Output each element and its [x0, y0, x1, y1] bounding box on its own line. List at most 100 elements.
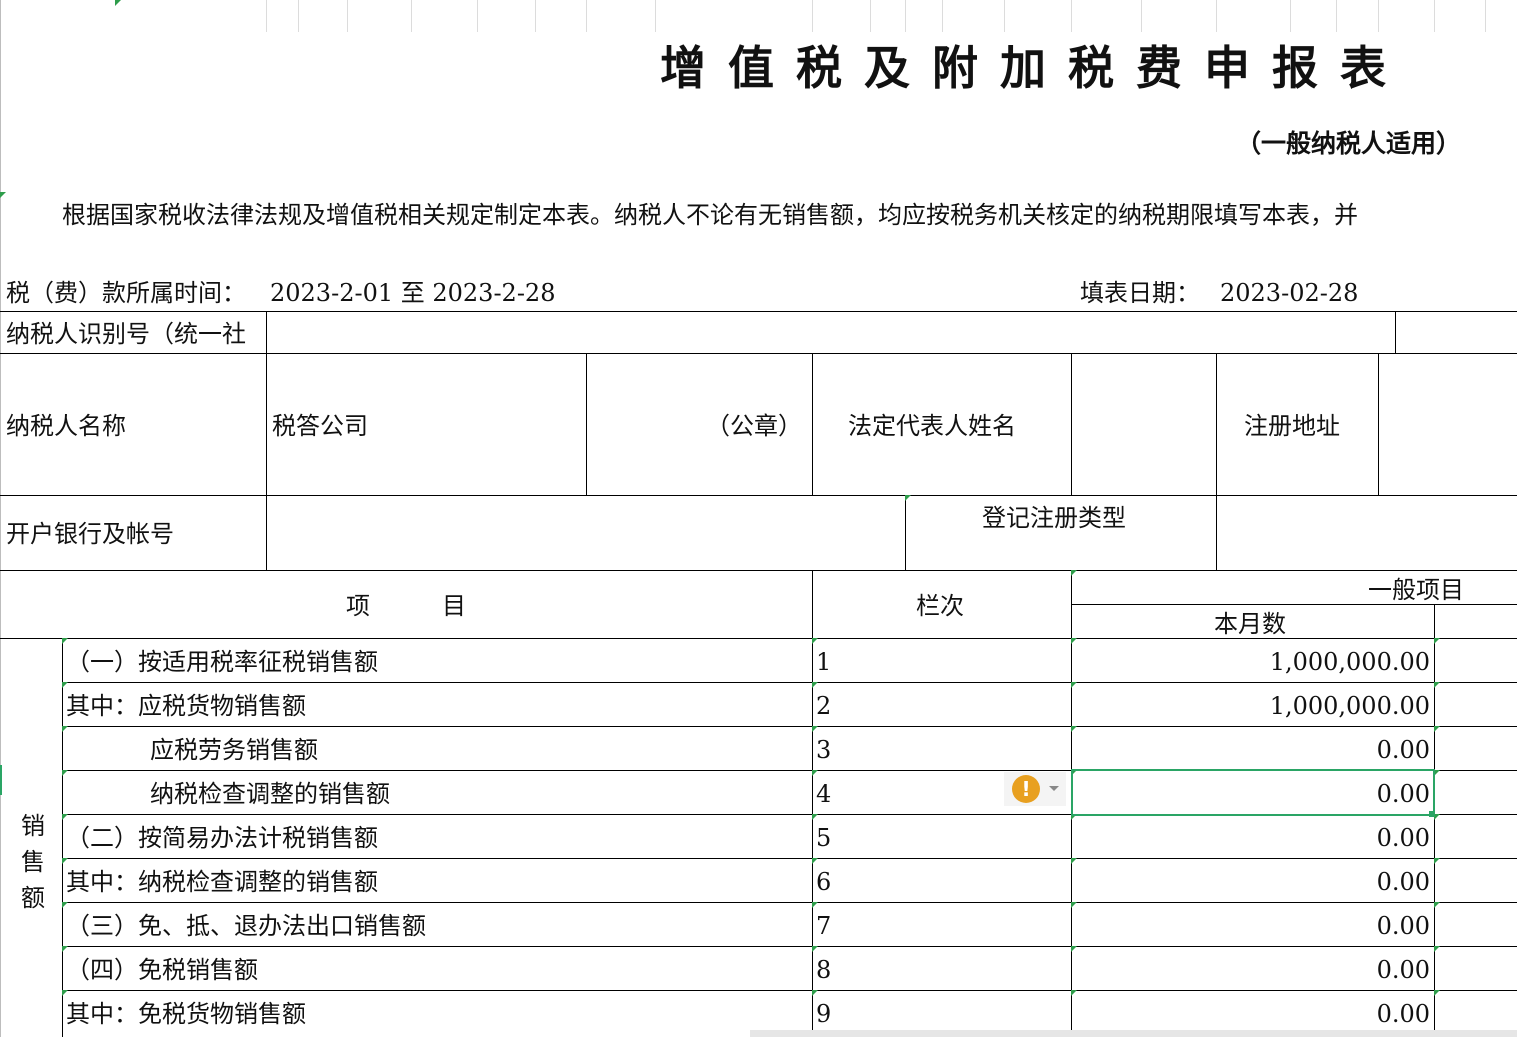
cell-comment-marker — [1434, 990, 1440, 996]
row-amount-cell[interactable]: 0.00 — [1074, 956, 1430, 984]
cell-comment-marker — [1071, 902, 1077, 908]
reg-address-cell[interactable] — [1383, 372, 1513, 482]
cell-comment-marker — [62, 638, 68, 644]
gridline — [347, 0, 348, 32]
border — [1071, 604, 1517, 605]
gridline — [1485, 0, 1486, 32]
period-value: 2023-2-01 至 2023-2-28 — [270, 279, 556, 307]
fill-date-label: 填表日期： — [1080, 279, 1200, 307]
fill-handle[interactable] — [1429, 811, 1435, 817]
taxpayer-id-cell[interactable] — [270, 320, 1390, 350]
cell-comment-marker — [1434, 682, 1440, 688]
period-label: 税（费）款所属时间： — [6, 279, 246, 307]
border — [905, 495, 906, 570]
row-label: 应税劳务销售额 — [150, 736, 318, 764]
border — [0, 353, 1517, 354]
border — [62, 858, 1517, 859]
reg-address-label: 注册地址 — [1244, 412, 1340, 440]
cell-comment-marker — [812, 858, 818, 864]
cell-comment-marker — [812, 946, 818, 952]
cell-comment-marker — [1071, 858, 1077, 864]
cell-comment-marker — [1434, 726, 1440, 732]
row-amount-cell[interactable]: 0.00 — [1074, 824, 1430, 852]
header-current-month: 本月数 — [1214, 610, 1286, 638]
gridline — [1290, 0, 1291, 32]
fill-date-value: 2023-02-28 — [1220, 279, 1359, 307]
row-label: （三）免、抵、退办法出口销售额 — [66, 912, 426, 940]
row-line-no: 7 — [816, 912, 832, 940]
cell-comment-marker — [1071, 990, 1077, 996]
cell-comment-marker — [812, 682, 818, 688]
gridline — [1071, 0, 1072, 32]
row-amount-cell[interactable]: 0.00 — [1074, 1000, 1430, 1028]
border — [62, 902, 1517, 903]
border — [0, 311, 1517, 312]
border — [62, 990, 1517, 991]
border — [62, 638, 63, 1037]
border — [812, 353, 813, 495]
row-line-no: 3 — [816, 736, 832, 764]
row-line-no: 2 — [816, 692, 832, 720]
seal-label: （公章） — [706, 412, 802, 440]
border — [1378, 353, 1379, 495]
reg-type-cell[interactable] — [1222, 505, 1512, 561]
bank-account-cell[interactable] — [272, 505, 900, 561]
header-item: 项 目 — [346, 592, 466, 620]
gridline — [942, 0, 943, 32]
row-amount-cell[interactable]: 0.00 — [1074, 736, 1430, 764]
gridline — [1141, 0, 1142, 32]
cell-comment-marker — [62, 682, 68, 688]
border — [1216, 353, 1217, 570]
row-label: 其中：纳税检查调整的销售额 — [66, 868, 378, 896]
chevron-down-icon[interactable] — [1049, 786, 1059, 791]
row-amount-cell[interactable]: 0.00 — [1074, 868, 1430, 896]
gridline — [870, 0, 871, 32]
row-label: （一）按适用税率征税销售额 — [66, 648, 378, 676]
border — [62, 682, 1517, 683]
border — [62, 726, 1517, 727]
row-line-no: 6 — [816, 868, 832, 896]
selected-cell[interactable] — [1071, 769, 1435, 816]
gridline — [1378, 0, 1379, 32]
taxpayer-name-value[interactable]: 税答公司 — [272, 412, 368, 440]
intro-text: 根据国家税收法律法规及增值税相关规定制定本表。纳税人不论有无销售额，均应按税务机… — [62, 201, 1358, 229]
gridline — [298, 0, 299, 32]
cell-comment-marker — [1434, 858, 1440, 864]
cell-comment-marker — [62, 726, 68, 732]
cell-comment-marker — [62, 814, 68, 820]
legal-rep-cell[interactable] — [1076, 372, 1212, 482]
taxpayer-id-label: 纳税人识别号（统一社 — [6, 320, 246, 348]
row-label: 纳税检查调整的销售额 — [150, 780, 390, 808]
horizontal-scrollbar[interactable] — [750, 1030, 1517, 1037]
row-line-no: 9 — [816, 1000, 832, 1028]
cell-comment-marker — [62, 858, 68, 864]
cell-comment-marker — [905, 495, 911, 501]
cell-comment-marker — [812, 638, 818, 644]
cell-comment-marker — [0, 192, 6, 198]
gridline — [1336, 0, 1337, 32]
border — [266, 353, 267, 570]
legal-rep-label: 法定代表人姓名 — [848, 412, 1016, 440]
row-amount-cell[interactable]: 1,000,000.00 — [1074, 692, 1430, 720]
cell-comment-marker — [1071, 946, 1077, 952]
row-line-no: 4 — [816, 780, 832, 808]
row-amount-cell[interactable]: 1,000,000.00 — [1074, 648, 1430, 676]
gridline — [812, 0, 813, 32]
gridline — [1434, 0, 1435, 32]
cell-comment-marker — [812, 726, 818, 732]
form-title: 增值税及附加税费申报表 — [660, 41, 1408, 95]
cell-comment-marker — [62, 946, 68, 952]
warning-icon[interactable]: ! — [1012, 775, 1040, 803]
sheet-left-edge — [0, 0, 1, 1037]
gridline — [535, 0, 536, 32]
gridline — [411, 0, 412, 32]
row-line-no: 1 — [816, 648, 832, 676]
cell-comment-marker — [1071, 638, 1077, 644]
row-indicator — [0, 765, 2, 795]
border — [0, 570, 1517, 571]
cell-comment-marker — [1434, 946, 1440, 952]
row-label: 其中：应税货物销售额 — [66, 692, 306, 720]
row-amount-cell[interactable]: 0.00 — [1074, 912, 1430, 940]
cell-comment-marker — [812, 902, 818, 908]
border — [586, 353, 587, 495]
